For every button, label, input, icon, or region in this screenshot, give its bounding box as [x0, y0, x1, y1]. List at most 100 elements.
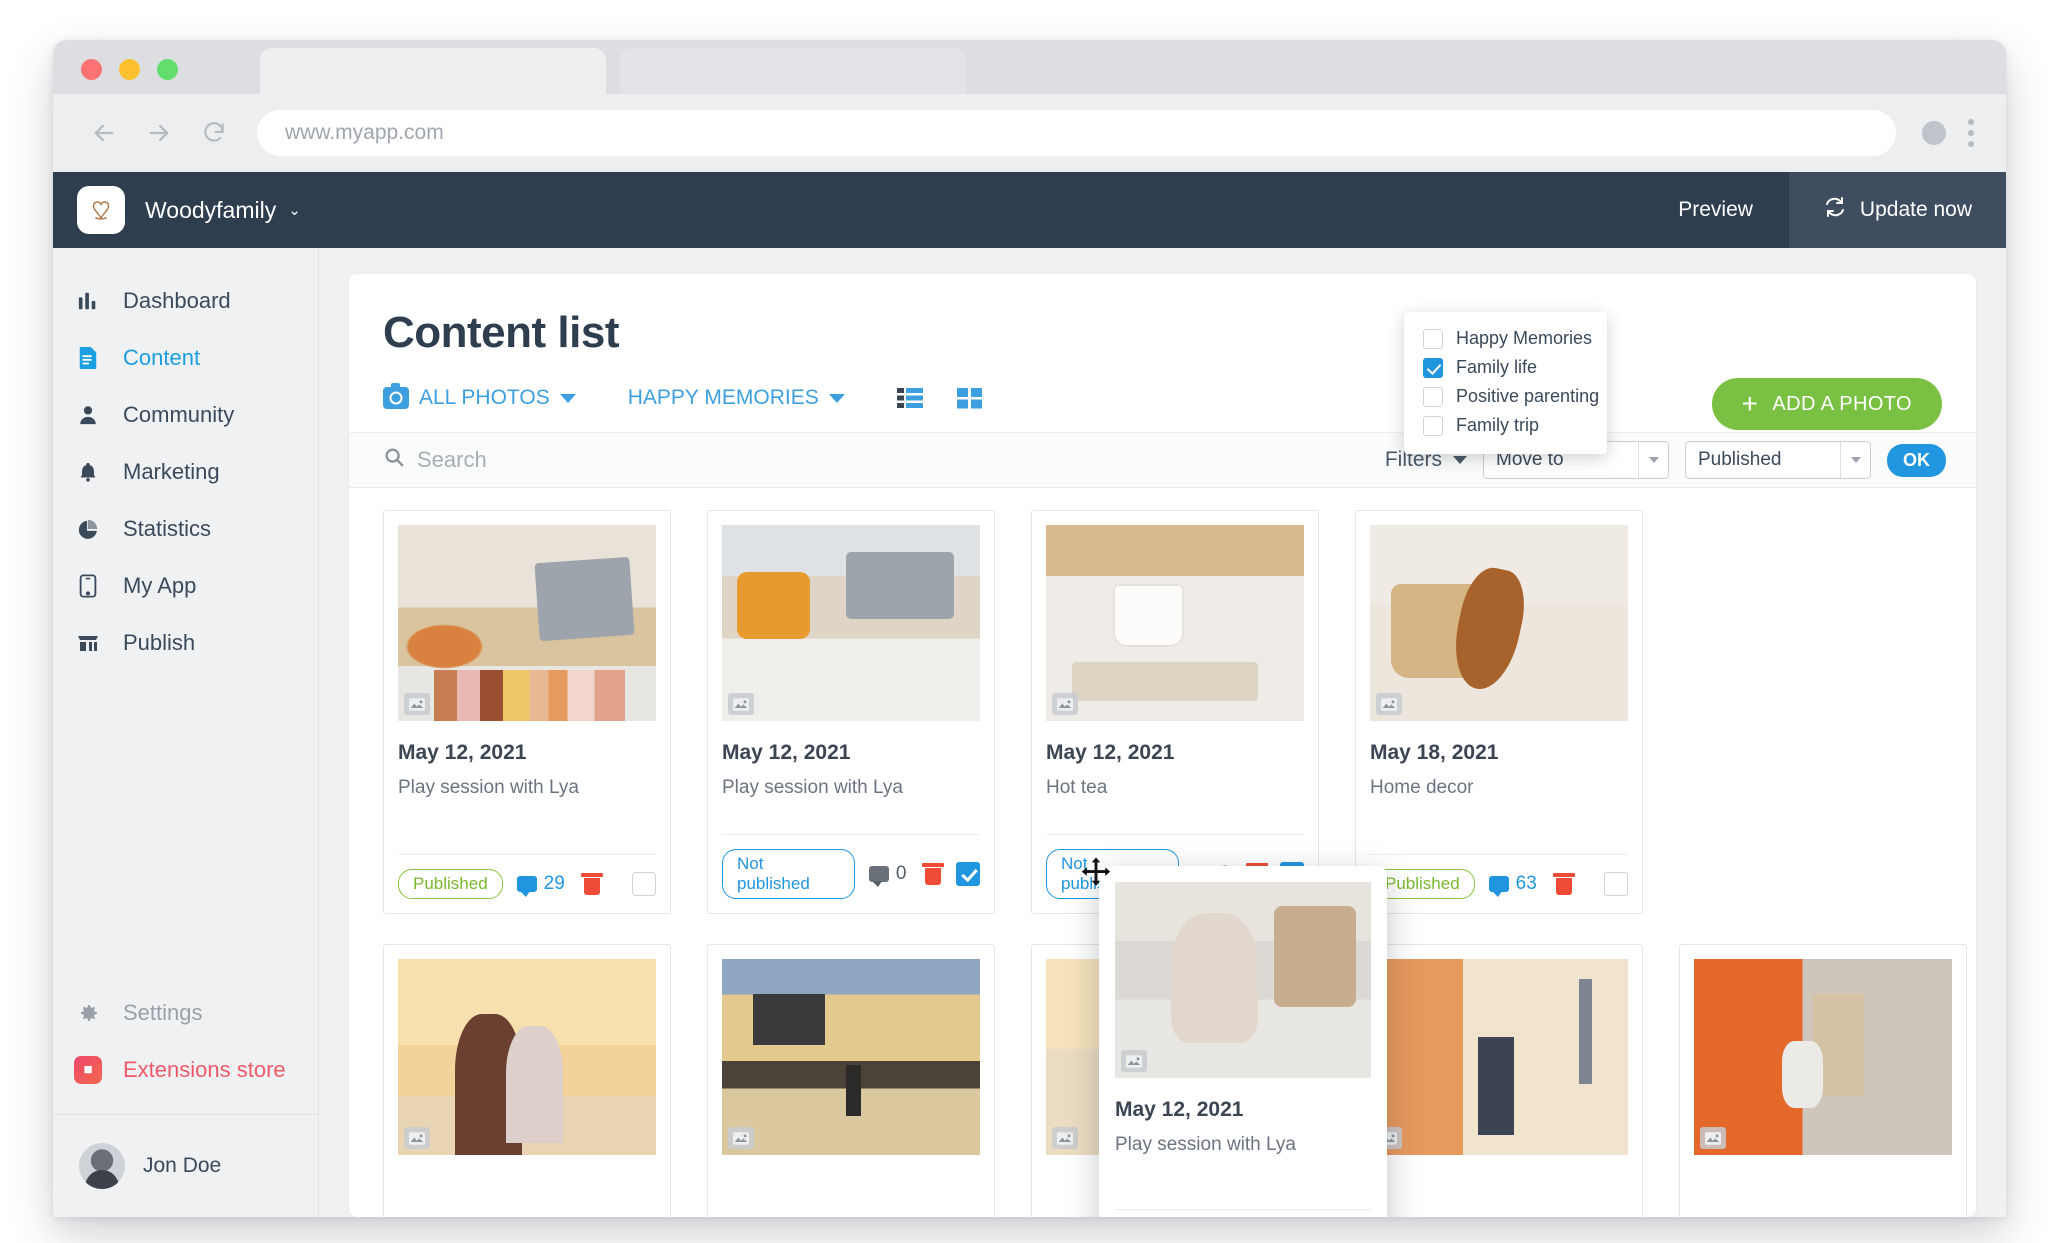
- photo-date: May 12, 2021: [1046, 741, 1175, 764]
- dragged-photo-card[interactable]: May 12, 2021 Play session with Lya Publi…: [1099, 866, 1387, 1217]
- comment-icon: [1488, 876, 1509, 897]
- dropdown-item-positive-parenting[interactable]: Positive parenting: [1404, 382, 1607, 411]
- comment-icon: [868, 866, 889, 887]
- sidebar: Dashboard Content Community Marketing St…: [53, 248, 319, 1217]
- user-name-label: Jon Doe: [143, 1154, 222, 1177]
- status-badge: Not published: [722, 849, 855, 899]
- photo-card[interactable]: [707, 944, 995, 1217]
- add-photo-button[interactable]: + ADD A PHOTO: [1711, 378, 1942, 430]
- photo-card[interactable]: [1679, 944, 1967, 1217]
- photo-card[interactable]: May 12, 2021 Play session with Lya Not p…: [707, 510, 995, 914]
- ok-button[interactable]: OK: [1887, 443, 1946, 477]
- select-checkbox[interactable]: [956, 862, 981, 886]
- photo-thumbnail: [398, 959, 656, 1155]
- checkbox[interactable]: [1423, 328, 1443, 349]
- url-input[interactable]: www.myapp.com: [257, 110, 1896, 156]
- sidebar-item-publish[interactable]: Publish: [53, 614, 318, 671]
- profile-avatar-icon[interactable]: [1922, 121, 1946, 145]
- main-content: Content list ALL PHOTOS HAPPY MEMORIES +…: [319, 248, 2006, 1217]
- photo-description: Play session with Lya: [398, 777, 579, 798]
- move-to-dropdown-menu: Happy Memories Family life Positive pare…: [1404, 312, 1607, 454]
- arrow-left-icon[interactable]: [89, 118, 119, 148]
- image-placeholder-icon: [728, 693, 754, 715]
- gear-icon: [73, 1001, 103, 1025]
- photo-thumbnail: [722, 525, 980, 721]
- sidebar-item-label: Publish: [123, 629, 196, 655]
- dropdown-item-family-life[interactable]: Family life: [1404, 353, 1607, 382]
- sidebar-item-content[interactable]: Content: [53, 329, 318, 386]
- category-label: HAPPY MEMORIES: [627, 386, 819, 409]
- photo-description: Home decor: [1370, 777, 1474, 798]
- photo-card[interactable]: May 18, 2021 Home decor Published 63: [1355, 510, 1643, 914]
- sidebar-item-label: Content: [123, 344, 201, 370]
- photo-description: Hot tea: [1046, 777, 1108, 798]
- photo-card[interactable]: May 12, 2021 Hot tea Not published 0: [1031, 510, 1319, 914]
- delete-icon[interactable]: [1552, 873, 1575, 895]
- dropdown-item-happy-memories[interactable]: Happy Memories: [1404, 324, 1607, 353]
- browser-url-bar: www.myapp.com: [53, 94, 2006, 172]
- photo-thumbnail: [722, 959, 980, 1155]
- image-placeholder-icon: [1376, 693, 1402, 715]
- status-value: Published: [1698, 449, 1782, 470]
- sidebar-item-settings[interactable]: Settings: [53, 984, 318, 1041]
- photo-card[interactable]: May 12, 2021 Play session with Lya Publi…: [383, 510, 671, 914]
- sidebar-item-community[interactable]: Community: [53, 386, 318, 443]
- photo-thumbnail: [1115, 882, 1371, 1078]
- minimize-window-button[interactable]: [119, 59, 140, 80]
- status-badge: Published: [398, 869, 503, 899]
- comment-count[interactable]: 63: [1488, 873, 1537, 897]
- kebab-menu-icon[interactable]: [1968, 119, 1974, 147]
- grid-view-icon[interactable]: [956, 386, 983, 410]
- delete-icon[interactable]: [580, 873, 603, 895]
- list-view-icon[interactable]: [896, 386, 923, 410]
- sidebar-item-extensions-store[interactable]: ■ Extensions store: [53, 1041, 318, 1098]
- image-placeholder-icon: [404, 693, 430, 715]
- status-select[interactable]: Published: [1685, 441, 1871, 479]
- checkbox[interactable]: [1423, 386, 1443, 407]
- search-input[interactable]: Search: [383, 446, 487, 474]
- chevron-down-icon: [559, 393, 576, 403]
- sidebar-user-profile[interactable]: Jon Doe: [53, 1115, 318, 1217]
- sidebar-item-marketing[interactable]: Marketing: [53, 443, 318, 500]
- search-placeholder: Search: [417, 447, 487, 472]
- url-text: www.myapp.com: [285, 121, 444, 144]
- sidebar-item-statistics[interactable]: Statistics: [53, 500, 318, 557]
- extensions-icon: ■: [73, 1055, 103, 1084]
- reload-icon[interactable]: [199, 118, 229, 148]
- chevron-down-icon: ⌄: [288, 202, 301, 219]
- category-filter[interactable]: HAPPY MEMORIES: [628, 386, 845, 410]
- close-window-button[interactable]: [81, 59, 102, 80]
- sidebar-item-my-app[interactable]: My App: [53, 557, 318, 614]
- photo-description: Play session with Lya: [1115, 1134, 1296, 1155]
- store-icon: [73, 632, 103, 654]
- photo-card[interactable]: [1355, 944, 1643, 1217]
- brand-switcher[interactable]: Woodyfamily ⌄: [53, 186, 301, 234]
- arrow-right-icon[interactable]: [144, 118, 174, 148]
- sidebar-nav-list: Dashboard Content Community Marketing St…: [53, 248, 318, 671]
- select-checkbox[interactable]: [1604, 872, 1628, 896]
- camera-icon: [383, 383, 409, 409]
- brand-name: Woodyfamily: [145, 196, 277, 223]
- dropdown-item-family-trip[interactable]: Family trip: [1404, 411, 1607, 440]
- select-checkbox[interactable]: [632, 872, 656, 896]
- sidebar-item-label: Marketing: [123, 458, 220, 484]
- photo-date: May 12, 2021: [1115, 1098, 1244, 1121]
- maximize-window-button[interactable]: [157, 59, 178, 80]
- all-photos-filter[interactable]: ALL PHOTOS: [383, 383, 576, 410]
- checkbox[interactable]: [1423, 415, 1443, 436]
- delete-icon[interactable]: [922, 863, 945, 885]
- sidebar-item-dashboard[interactable]: Dashboard: [53, 272, 318, 329]
- chevron-down-icon: [1638, 442, 1668, 478]
- preview-button[interactable]: Preview: [1642, 172, 1789, 248]
- browser-window: www.myapp.com Woodyfamily ⌄ Preview Upda…: [53, 40, 2006, 1217]
- photo-card[interactable]: [383, 944, 671, 1217]
- chevron-down-icon: [1453, 456, 1467, 464]
- checkbox[interactable]: [1423, 357, 1443, 378]
- dropdown-item-label: Family life: [1456, 357, 1538, 377]
- bell-icon: [73, 461, 103, 483]
- comment-count[interactable]: 29: [516, 873, 565, 897]
- update-now-label: Update now: [1859, 198, 1972, 221]
- photo-grid-row-1: May 12, 2021 Play session with Lya Publi…: [349, 488, 1976, 914]
- update-now-button[interactable]: Update now: [1788, 172, 2006, 248]
- comment-count[interactable]: 0: [868, 863, 906, 887]
